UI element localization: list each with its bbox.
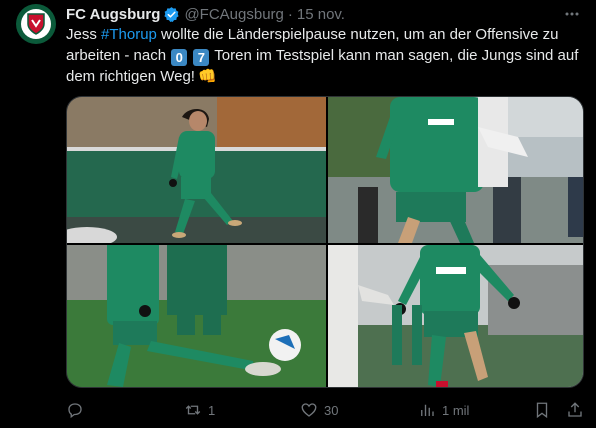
text-segment: Jess <box>66 26 102 43</box>
bookmark-button[interactable] <box>533 398 551 422</box>
photo-1[interactable] <box>67 97 326 243</box>
reply-button[interactable] <box>66 398 90 422</box>
photo-2[interactable] <box>328 97 583 243</box>
like-icon <box>301 403 317 417</box>
action-bar: 1 30 1 mil <box>66 398 586 422</box>
club-crest <box>21 9 51 39</box>
player-duel-image <box>328 245 583 387</box>
more-icon[interactable] <box>564 6 580 22</box>
crest-icon <box>27 13 45 35</box>
like-count: 30 <box>324 402 339 418</box>
verified-badge-icon <box>164 6 180 22</box>
tweet[interactable]: FC Augsburg @FCAugsburg · 15 nov. Jess #… <box>0 0 596 428</box>
retweet-count: 1 <box>208 402 216 418</box>
hashtag-link[interactable]: #Thorup <box>101 26 157 43</box>
score-left: 0 <box>171 49 188 66</box>
tweet-time[interactable]: 15 nov. <box>297 6 345 23</box>
tweet-header: FC Augsburg @FCAugsburg · 15 nov. <box>66 4 345 24</box>
photo-4[interactable] <box>328 245 583 387</box>
bookmark-icon <box>536 402 548 419</box>
like-button[interactable]: 30 <box>300 398 338 422</box>
reply-icon <box>68 403 82 419</box>
retweet-icon <box>185 405 201 415</box>
player-shooting-image <box>67 245 326 387</box>
views-count: 1 mil <box>442 402 470 418</box>
player-running-image <box>67 97 326 243</box>
views-icon <box>421 404 434 416</box>
share-icon <box>568 402 582 417</box>
photo-grid <box>66 96 584 388</box>
separator-dot: · <box>287 5 293 23</box>
photo-3[interactable] <box>67 245 326 387</box>
fist-emoji: 👊 <box>197 68 217 85</box>
player-header-image <box>328 97 583 243</box>
views-button[interactable]: 1 mil <box>418 398 469 422</box>
retweet-button[interactable]: 1 <box>184 398 215 422</box>
score-right: 7 <box>193 49 210 66</box>
share-button[interactable] <box>566 398 584 422</box>
author-name[interactable]: FC Augsburg <box>66 6 160 23</box>
tweet-text: Jess #Thorup wollte die Länderspielpause… <box>66 24 586 87</box>
author-handle[interactable]: @FCAugsburg <box>184 6 283 23</box>
avatar[interactable] <box>16 4 56 44</box>
